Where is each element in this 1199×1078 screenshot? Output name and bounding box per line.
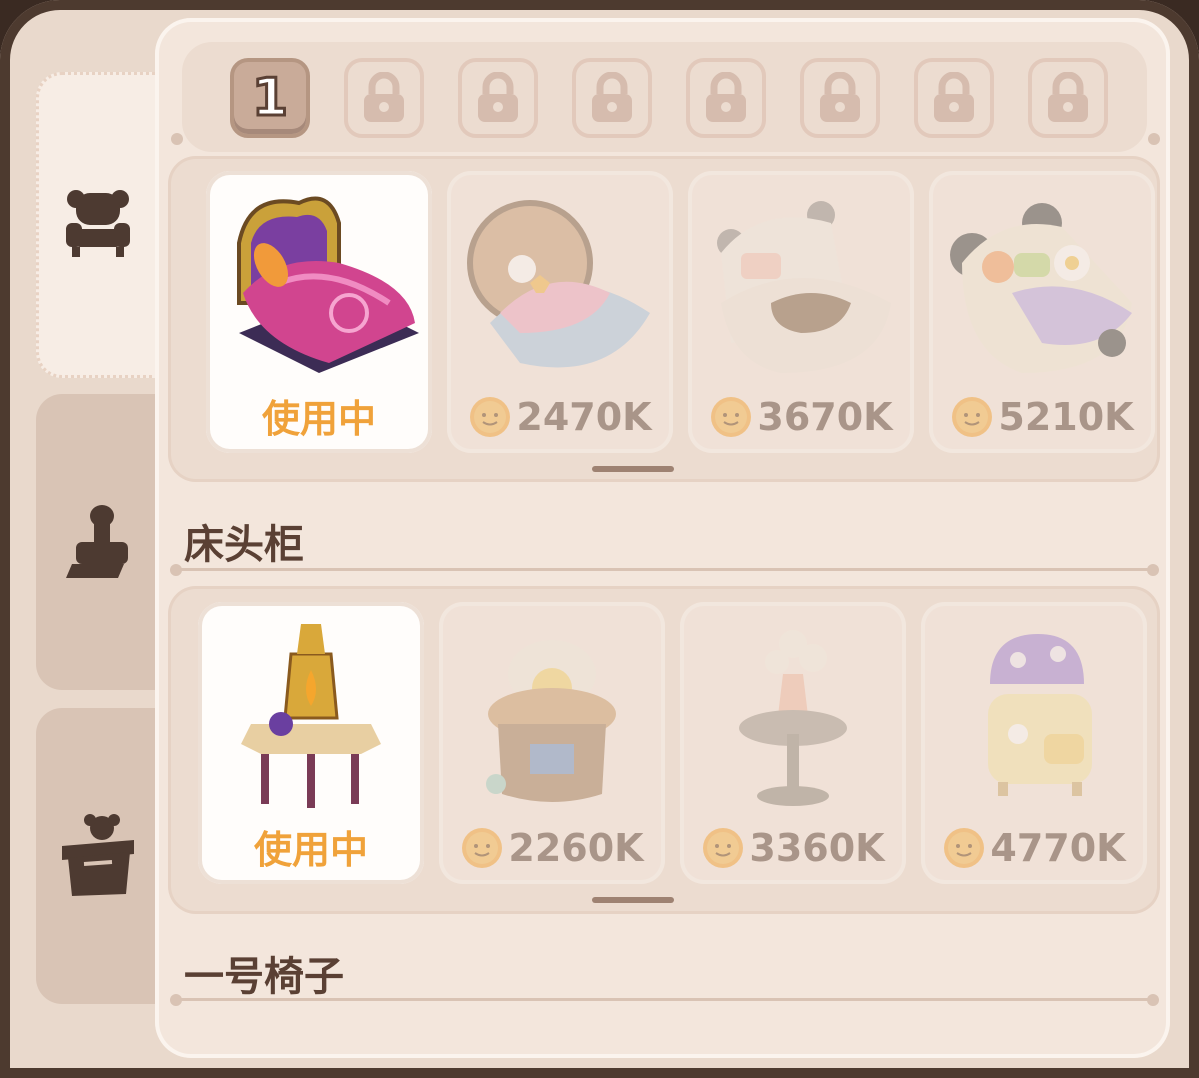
item-card-in-use[interactable]: 使用中 bbox=[206, 171, 432, 453]
purple-royal-bed-art bbox=[237, 196, 419, 373]
item-card[interactable]: 4770K bbox=[921, 602, 1147, 884]
page-tab-locked[interactable] bbox=[800, 58, 880, 138]
item-card[interactable]: 2260K bbox=[439, 602, 665, 884]
price-tag: 2260K bbox=[439, 820, 665, 876]
scrollbar-thumb[interactable] bbox=[592, 897, 674, 903]
teddy-box-icon bbox=[62, 814, 134, 896]
divider-dot bbox=[1147, 564, 1159, 576]
coin-icon bbox=[944, 828, 985, 868]
price-value: 2260K bbox=[508, 826, 644, 870]
lock-icon bbox=[364, 72, 404, 122]
lock-icon bbox=[592, 72, 632, 122]
tab-decor[interactable] bbox=[36, 394, 160, 690]
page-tab-locked[interactable] bbox=[914, 58, 994, 138]
section-title: 一号椅子 bbox=[184, 954, 344, 1000]
nest-lamp-table-art bbox=[486, 640, 616, 802]
tab-furniture[interactable] bbox=[36, 72, 160, 378]
lantern-table-art bbox=[241, 624, 381, 808]
coin-icon bbox=[703, 828, 744, 868]
price-tag: 3360K bbox=[680, 820, 906, 876]
section-divider bbox=[175, 568, 1153, 571]
scrollbar-thumb[interactable] bbox=[592, 466, 674, 472]
price-value: 3360K bbox=[749, 826, 885, 870]
price-value: 2470K bbox=[516, 395, 652, 439]
section-title: 床头柜 bbox=[184, 522, 304, 568]
page-tab-locked[interactable] bbox=[686, 58, 766, 138]
item-card[interactable]: 2470K bbox=[447, 171, 673, 453]
panda-bed-art bbox=[950, 203, 1132, 373]
flower-vase-table-art bbox=[739, 630, 847, 806]
price-tag: 4770K bbox=[921, 820, 1147, 876]
item-card[interactable]: 3360K bbox=[680, 602, 906, 884]
divider-dot bbox=[170, 564, 182, 576]
in-use-label: 使用中 bbox=[253, 828, 368, 872]
coin-icon bbox=[462, 828, 503, 868]
page-tab-strip bbox=[182, 42, 1147, 152]
page-tab-locked[interactable] bbox=[572, 58, 652, 138]
section-divider bbox=[175, 998, 1153, 1001]
price-tag: 2470K bbox=[447, 389, 673, 445]
coin-icon bbox=[711, 397, 752, 437]
item-card[interactable]: 5210K bbox=[929, 171, 1155, 453]
divider-dot bbox=[1148, 133, 1160, 145]
page-tab-locked[interactable] bbox=[458, 58, 538, 138]
lock-icon bbox=[934, 72, 974, 122]
item-card-in-use[interactable]: 使用中 bbox=[198, 602, 424, 884]
lock-icon bbox=[706, 72, 746, 122]
page-tab-locked[interactable] bbox=[1028, 58, 1108, 138]
coin-icon bbox=[952, 397, 993, 437]
price-tag: 3670K bbox=[688, 389, 914, 445]
price-tag: 5210K bbox=[929, 389, 1155, 445]
page-number: 1 bbox=[250, 67, 289, 130]
page-tab-locked[interactable] bbox=[344, 58, 424, 138]
divider-dot bbox=[1147, 994, 1159, 1006]
cream-bear-bed-art bbox=[717, 201, 891, 373]
coin-icon bbox=[470, 397, 511, 437]
in-use-label: 使用中 bbox=[261, 397, 376, 441]
horizontal-scrollbar[interactable] bbox=[574, 466, 754, 472]
divider-dot bbox=[170, 994, 182, 1006]
armchair-icon bbox=[66, 190, 130, 257]
horizontal-scrollbar[interactable] bbox=[574, 897, 754, 903]
price-value: 5210K bbox=[998, 395, 1134, 439]
tab-storage[interactable] bbox=[36, 708, 160, 1004]
price-value: 3670K bbox=[757, 395, 893, 439]
page-tab-current[interactable]: 1 bbox=[230, 58, 310, 138]
stamp-icon bbox=[66, 505, 128, 578]
mushroom-cabinet-art bbox=[988, 634, 1092, 796]
item-card[interactable]: 3670K bbox=[688, 171, 914, 453]
lock-icon bbox=[820, 72, 860, 122]
lock-icon bbox=[478, 72, 518, 122]
price-value: 4770K bbox=[990, 826, 1126, 870]
lock-icon bbox=[1048, 72, 1088, 122]
divider-dot bbox=[171, 133, 183, 145]
nest-bed-art bbox=[467, 200, 650, 368]
